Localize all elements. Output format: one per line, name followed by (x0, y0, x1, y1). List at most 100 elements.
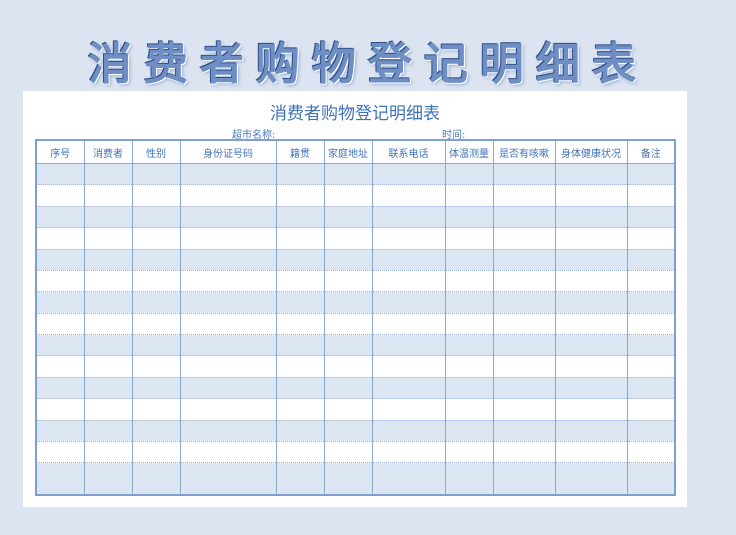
table-cell[interactable] (35, 184, 85, 207)
table-cell[interactable] (275, 441, 325, 464)
table-cell[interactable] (131, 206, 181, 229)
table-cell[interactable] (626, 249, 676, 271)
table-cell[interactable] (179, 249, 277, 271)
table-cell[interactable] (275, 355, 325, 378)
table-cell[interactable] (35, 398, 85, 421)
table-cell[interactable] (179, 270, 277, 293)
table-cell[interactable] (492, 163, 556, 186)
table-cell[interactable] (35, 163, 85, 186)
table-cell[interactable] (323, 462, 373, 496)
table-cell[interactable] (492, 184, 556, 207)
table-cell[interactable] (371, 270, 446, 293)
table-cell[interactable] (179, 206, 277, 229)
table-cell[interactable] (492, 420, 556, 442)
table-cell[interactable] (83, 291, 133, 314)
table-cell[interactable] (323, 313, 373, 336)
table-cell[interactable] (444, 270, 494, 293)
table-cell[interactable] (371, 206, 446, 229)
table-cell[interactable] (179, 227, 277, 250)
table-cell[interactable] (554, 227, 628, 250)
table-cell[interactable] (35, 313, 85, 336)
table-cell[interactable] (179, 355, 277, 378)
table-cell[interactable] (323, 441, 373, 464)
table-cell[interactable] (275, 377, 325, 400)
table-cell[interactable] (554, 206, 628, 229)
table-cell[interactable] (323, 398, 373, 421)
table-cell[interactable] (626, 313, 676, 336)
table-cell[interactable] (626, 291, 676, 314)
table-cell[interactable] (444, 334, 494, 357)
table-cell[interactable] (275, 291, 325, 314)
table-cell[interactable] (83, 163, 133, 186)
table-cell[interactable] (626, 184, 676, 207)
table-cell[interactable] (35, 441, 85, 464)
table-cell[interactable] (35, 227, 85, 250)
table-cell[interactable] (626, 227, 676, 250)
table-cell[interactable] (444, 441, 494, 464)
table-cell[interactable] (323, 291, 373, 314)
table-cell[interactable] (131, 377, 181, 400)
table-cell[interactable] (554, 184, 628, 207)
table-cell[interactable] (554, 334, 628, 357)
table-cell[interactable] (83, 313, 133, 336)
table-cell[interactable] (323, 270, 373, 293)
table-cell[interactable] (626, 355, 676, 378)
table-cell[interactable] (371, 313, 446, 336)
table-cell[interactable] (444, 355, 494, 378)
table-cell[interactable] (492, 270, 556, 293)
table-cell[interactable] (35, 206, 85, 229)
table-cell[interactable] (444, 398, 494, 421)
table-cell[interactable] (35, 249, 85, 271)
table-cell[interactable] (554, 398, 628, 421)
table-cell[interactable] (35, 291, 85, 314)
table-cell[interactable] (179, 462, 277, 496)
table-cell[interactable] (371, 377, 446, 400)
table-cell[interactable] (371, 462, 446, 496)
table-cell[interactable] (83, 334, 133, 357)
table-cell[interactable] (371, 291, 446, 314)
table-cell[interactable] (554, 441, 628, 464)
table-cell[interactable] (275, 163, 325, 186)
table-cell[interactable] (83, 420, 133, 442)
table-cell[interactable] (492, 206, 556, 229)
table-cell[interactable] (323, 163, 373, 186)
table-cell[interactable] (179, 398, 277, 421)
table-cell[interactable] (83, 206, 133, 229)
table-cell[interactable] (83, 249, 133, 271)
table-cell[interactable] (131, 227, 181, 250)
table-cell[interactable] (275, 334, 325, 357)
table-cell[interactable] (323, 377, 373, 400)
table-cell[interactable] (371, 227, 446, 250)
table-cell[interactable] (35, 462, 85, 496)
table-cell[interactable] (323, 184, 373, 207)
table-cell[interactable] (131, 398, 181, 421)
table-cell[interactable] (323, 420, 373, 442)
table-cell[interactable] (371, 249, 446, 271)
table-cell[interactable] (492, 291, 556, 314)
table-cell[interactable] (179, 291, 277, 314)
table-cell[interactable] (83, 398, 133, 421)
table-cell[interactable] (626, 398, 676, 421)
table-cell[interactable] (131, 270, 181, 293)
table-cell[interactable] (371, 441, 446, 464)
table-cell[interactable] (554, 313, 628, 336)
table-cell[interactable] (179, 163, 277, 186)
table-cell[interactable] (554, 249, 628, 271)
table-cell[interactable] (444, 462, 494, 496)
table-cell[interactable] (444, 420, 494, 442)
table-cell[interactable] (275, 398, 325, 421)
table-cell[interactable] (626, 377, 676, 400)
table-cell[interactable] (444, 206, 494, 229)
table-cell[interactable] (275, 227, 325, 250)
table-cell[interactable] (444, 184, 494, 207)
table-cell[interactable] (131, 184, 181, 207)
table-cell[interactable] (492, 441, 556, 464)
table-cell[interactable] (323, 227, 373, 250)
table-cell[interactable] (83, 441, 133, 464)
table-cell[interactable] (554, 355, 628, 378)
table-cell[interactable] (275, 313, 325, 336)
table-cell[interactable] (554, 420, 628, 442)
table-cell[interactable] (371, 398, 446, 421)
table-cell[interactable] (626, 334, 676, 357)
table-cell[interactable] (626, 163, 676, 186)
